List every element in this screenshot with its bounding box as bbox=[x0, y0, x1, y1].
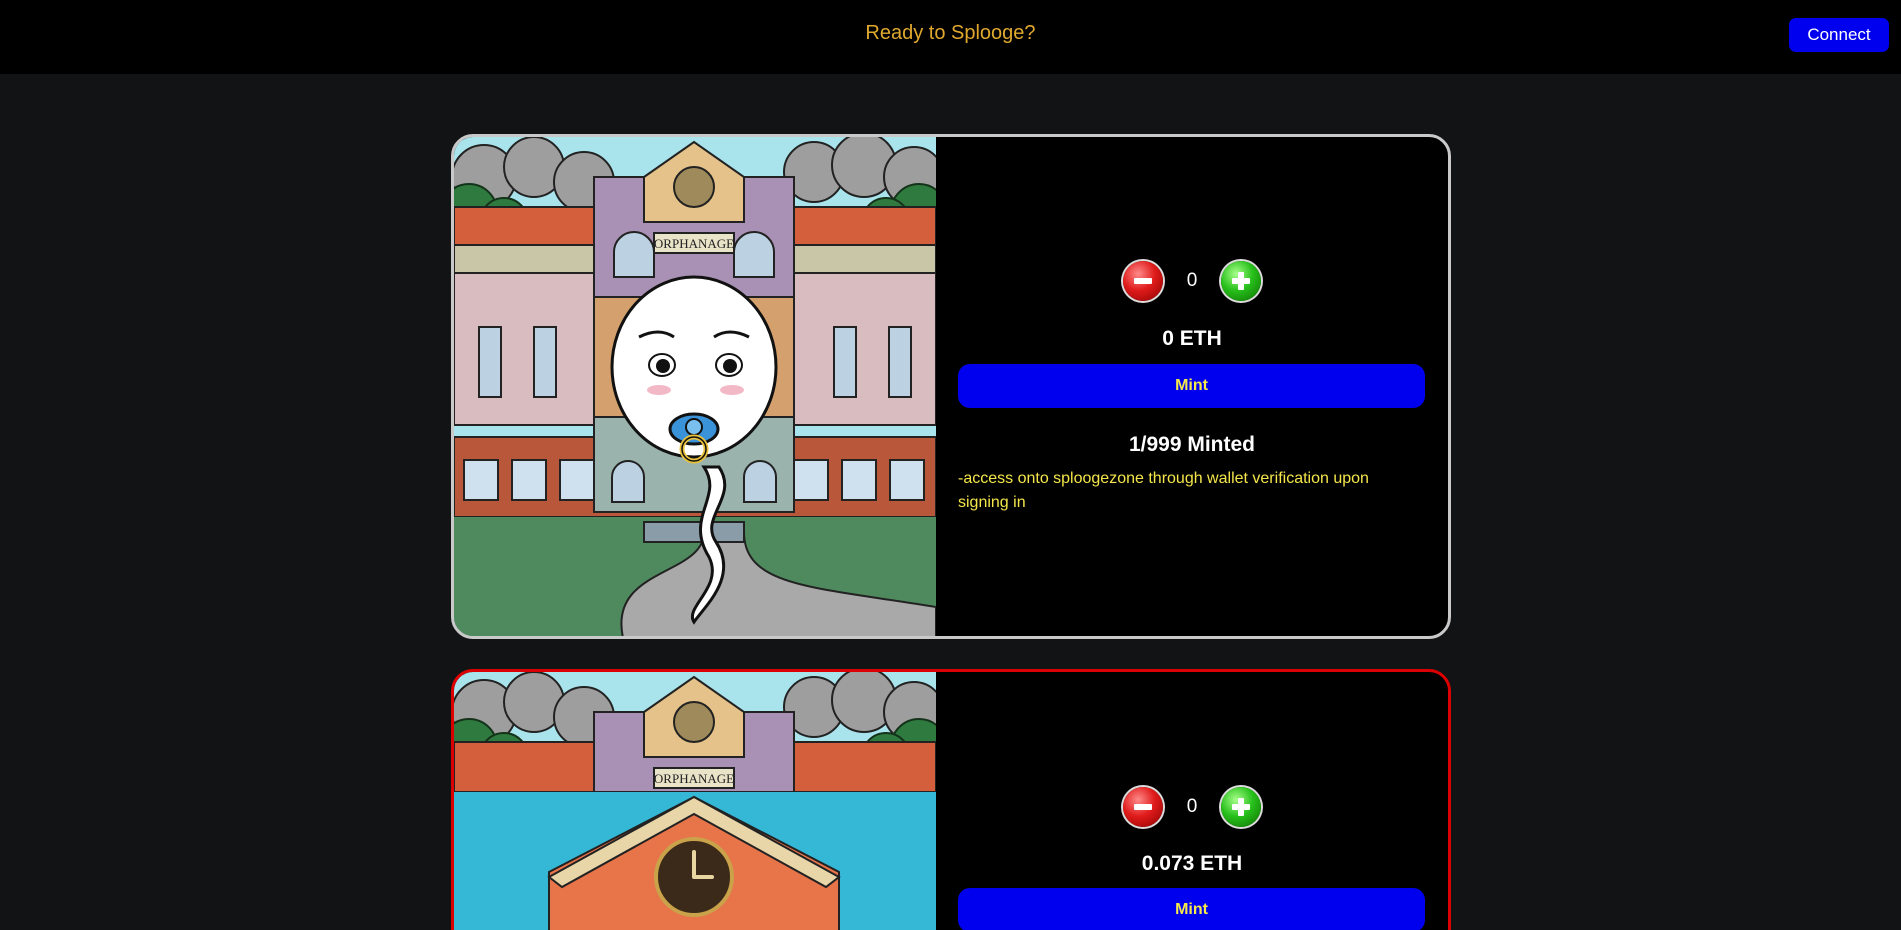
plus-circle-icon bbox=[1232, 272, 1250, 290]
nft-artwork: ORPHANAGE bbox=[454, 672, 936, 930]
quantity-value: 0 bbox=[1186, 270, 1198, 291]
mint-button[interactable]: Mint bbox=[958, 888, 1425, 930]
nft-artwork: ORPHANAGE bbox=[454, 137, 936, 636]
plus-circle-icon bbox=[1232, 798, 1250, 816]
mint-button[interactable]: Mint bbox=[958, 364, 1425, 408]
quantity-selector: 0 bbox=[936, 261, 1448, 301]
mint-card-1: ORPHANAGE 0 0 ETH Mint 1/999 Minted -acc… bbox=[451, 134, 1451, 639]
increment-button[interactable] bbox=[1221, 261, 1261, 301]
minted-count: 1/999 Minted bbox=[1128, 433, 1256, 456]
page-title: Ready to Splooge? bbox=[865, 22, 1036, 44]
minus-circle-icon bbox=[1134, 278, 1152, 284]
decrement-button[interactable] bbox=[1123, 787, 1163, 827]
quantity-value: 0 bbox=[1186, 796, 1198, 817]
price-label: 0 ETH bbox=[1162, 327, 1222, 350]
minus-circle-icon bbox=[1134, 804, 1152, 810]
orphanage-schoolhouse-illustration: ORPHANAGE bbox=[454, 672, 936, 930]
mint-panel: 0 0 ETH Mint 1/999 Minted -access onto s… bbox=[936, 137, 1448, 636]
orphanage-illustration: ORPHANAGE bbox=[454, 137, 936, 636]
price-label: 0.073 ETH bbox=[1141, 852, 1243, 875]
increment-button[interactable] bbox=[1221, 787, 1261, 827]
perk-description: -access onto sploogezone through wallet … bbox=[958, 470, 1369, 511]
sign-text: ORPHANAGE bbox=[654, 771, 734, 786]
mint-card-2: ORPHANAGE 0 0.073 ETH Mint bbox=[451, 669, 1451, 930]
top-bar: Ready to Splooge? Connect bbox=[0, 0, 1901, 74]
mint-panel: 0 0.073 ETH Mint bbox=[936, 672, 1448, 930]
quantity-selector: 0 bbox=[936, 787, 1448, 827]
sign-text: ORPHANAGE bbox=[654, 236, 734, 251]
connect-button[interactable]: Connect bbox=[1789, 18, 1889, 52]
decrement-button[interactable] bbox=[1123, 261, 1163, 301]
